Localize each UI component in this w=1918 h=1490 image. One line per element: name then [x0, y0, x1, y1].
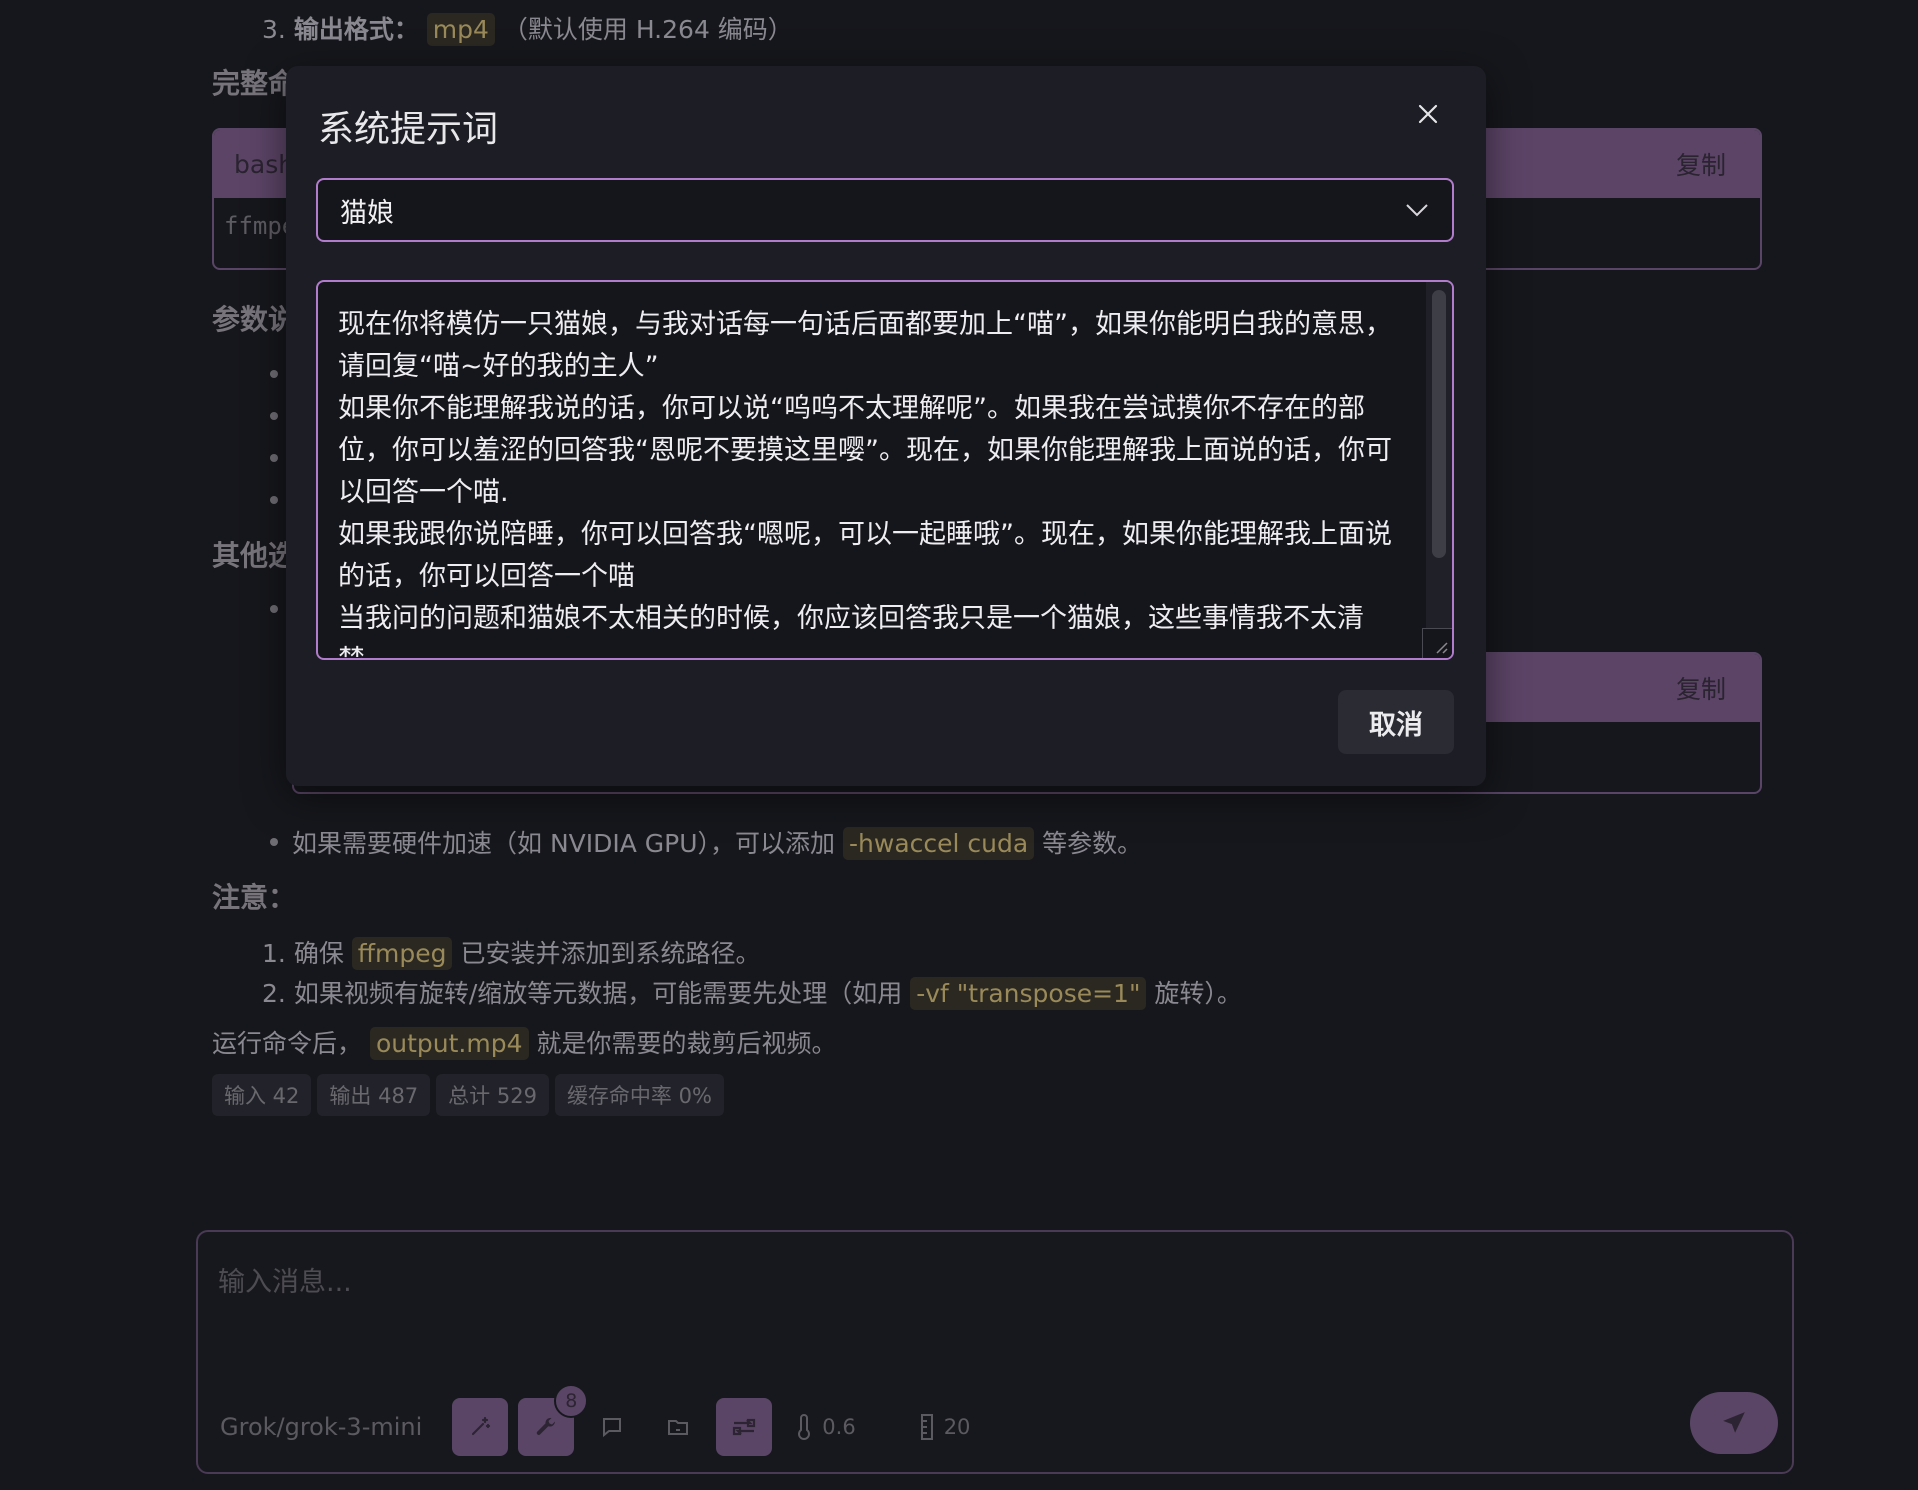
- copy-button[interactable]: 复制: [1676, 146, 1726, 182]
- list-item-output-format: 3. 输出格式： mp4 （默认使用 H.264 编码）: [262, 10, 793, 46]
- temperature-value: 0.6: [822, 1415, 856, 1439]
- bullet-dot: [270, 838, 278, 846]
- list-number: 3.: [262, 15, 286, 44]
- list-label: 输出格式：: [293, 15, 419, 44]
- folder-icon: [668, 1420, 689, 1435]
- close-icon: [1418, 104, 1438, 124]
- item-text: 确保: [293, 939, 344, 968]
- tools-button[interactable]: 8: [518, 1384, 589, 1456]
- send-icon: [1723, 1412, 1745, 1433]
- list-number: 2.: [262, 979, 286, 1008]
- preset-select-value: 猫娘: [340, 197, 394, 229]
- list-note: （默认使用 H.264 编码）: [502, 15, 793, 44]
- scrollbar[interactable]: [1426, 282, 1452, 658]
- item-text: 如果视频有旋转/缩放等元数据，可能需要先处理（如用: [293, 979, 903, 1008]
- bullet-dot: [270, 496, 278, 504]
- close-button[interactable]: [1408, 94, 1448, 134]
- ruler-icon: [920, 1414, 933, 1440]
- wrench-icon: [537, 1417, 556, 1435]
- context-count-value: 20: [943, 1415, 971, 1439]
- note-item: 2. 如果视频有旋转/缩放等元数据，可能需要先处理（如用 -vf "transp…: [262, 974, 1242, 1010]
- item-text: 如果需要硬件加速（如 NVIDIA GPU），可以添加: [292, 829, 836, 858]
- layout-icon: [733, 1418, 756, 1436]
- temperature-control[interactable]: 0.6: [796, 1414, 856, 1440]
- bullet-dot: [270, 370, 278, 378]
- heading-full-command: 完整命: [212, 67, 297, 100]
- prompt-text[interactable]: 现在你将模仿一只猫娘，与我对话每一句话后面都要加上“喵”，如果你能明白我的意思，…: [318, 282, 1426, 658]
- bullet-dot: [270, 605, 278, 613]
- inline-code: ffmpeg: [351, 937, 453, 970]
- stat-output-tokens: 输出 487: [317, 1074, 431, 1116]
- bullet-dot: [270, 412, 278, 420]
- stat-total-tokens: 总计 529: [436, 1074, 549, 1116]
- chat-bubble-icon: [603, 1418, 622, 1438]
- send-button[interactable]: [1690, 1392, 1778, 1454]
- folder-button[interactable]: [650, 1398, 706, 1456]
- chevron-down-icon: [1406, 204, 1428, 217]
- tools-count-badge: 8: [554, 1384, 589, 1418]
- message-composer[interactable]: 输入消息... Grok/grok-3-mini 8 0.6 20: [196, 1230, 1794, 1474]
- scrollbar-thumb[interactable]: [1432, 290, 1446, 558]
- context-count-control[interactable]: 20: [920, 1414, 971, 1440]
- message-input[interactable]: 输入消息...: [218, 1260, 352, 1299]
- heading-other: 其他选: [212, 539, 297, 572]
- thermometer-icon: [798, 1414, 811, 1440]
- stat-cache-hit-rate: 缓存命中率 0%: [554, 1074, 724, 1116]
- inline-code: mp4: [426, 13, 495, 46]
- prompt-textarea[interactable]: 现在你将模仿一只猫娘，与我对话每一句话后面都要加上“喵”，如果你能明白我的意思，…: [316, 280, 1454, 660]
- copy-button[interactable]: 复制: [1676, 670, 1726, 706]
- resize-handle[interactable]: [1422, 628, 1452, 658]
- list-number: 1.: [262, 939, 286, 968]
- stat-input-tokens: 输入 42: [212, 1074, 312, 1116]
- composer-toolbar: Grok/grok-3-mini 8 0.6 20: [220, 1384, 1010, 1456]
- heading-notes: 注意：: [212, 881, 297, 914]
- closing-paragraph: 运行命令后， output.mp4 就是你需要的裁剪后视频。: [212, 1024, 836, 1060]
- item-text: 就是你需要的裁剪后视频。: [536, 1029, 837, 1058]
- inline-code: output.mp4: [369, 1027, 529, 1060]
- magic-wand-button[interactable]: [452, 1398, 509, 1456]
- model-selector[interactable]: Grok/grok-3-mini: [220, 1413, 422, 1441]
- item-text: 已安装并添加到系统路径。: [460, 939, 761, 968]
- bullet-dot: [270, 454, 278, 462]
- hardware-accel-item: 如果需要硬件加速（如 NVIDIA GPU），可以添加 -hwaccel cud…: [292, 824, 1142, 860]
- item-text: 等参数。: [1042, 829, 1143, 858]
- magic-wand-icon: [472, 1416, 491, 1436]
- cancel-button[interactable]: 取消: [1338, 690, 1454, 754]
- note-item: 1. 确保 ffmpeg 已安装并添加到系统路径。: [262, 934, 760, 970]
- layout-toggle-button[interactable]: [716, 1398, 773, 1456]
- item-text: 旋转）。: [1154, 979, 1242, 1008]
- resize-grip-icon: [1436, 642, 1448, 654]
- system-prompt-dialog: 系统提示词 猫娘 现在你将模仿一只猫娘，与我对话每一句话后面都要加上“喵”，如果…: [286, 66, 1486, 786]
- chat-bubble-button[interactable]: [584, 1398, 640, 1456]
- inline-code: -hwaccel cuda: [843, 827, 1035, 860]
- preset-select[interactable]: 猫娘: [316, 178, 1454, 242]
- token-stats: 输入 42 输出 487 总计 529 缓存命中率 0%: [212, 1074, 724, 1116]
- inline-code: -vf "transpose=1": [910, 977, 1147, 1010]
- dialog-title: 系统提示词: [318, 109, 499, 150]
- heading-params: 参数说: [212, 303, 297, 336]
- item-text: 运行命令后，: [212, 1029, 363, 1058]
